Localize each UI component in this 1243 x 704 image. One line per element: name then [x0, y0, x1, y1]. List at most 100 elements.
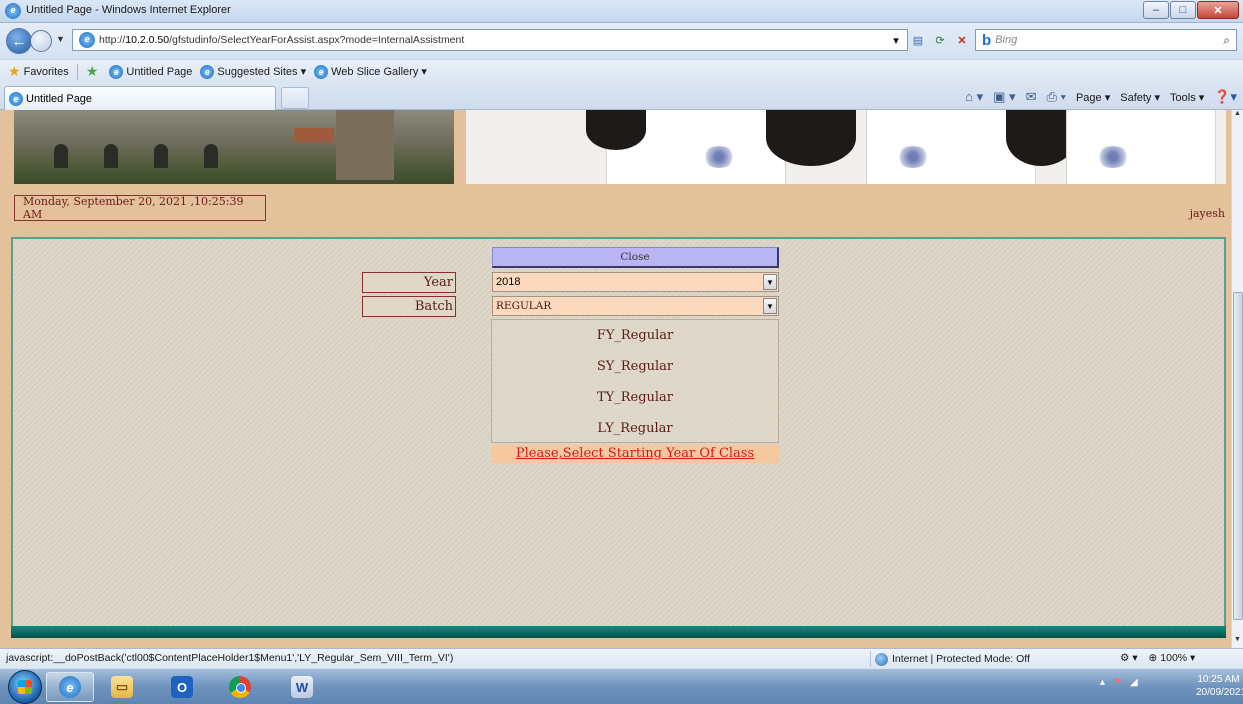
- arch-window: [104, 144, 118, 168]
- clock[interactable]: 10:25 AM 20/09/2021: [1196, 673, 1243, 699]
- mail-icon[interactable]: ✉: [1026, 89, 1037, 105]
- chevron-down-icon[interactable]: ▼: [763, 274, 777, 290]
- university-emblem-icon: [702, 146, 736, 168]
- page-icon: e: [79, 32, 95, 48]
- system-tray: ▴ ⚑ ◢: [1100, 677, 1138, 688]
- favorite-link-untitled-page[interactable]: e Untitled Page: [109, 64, 192, 79]
- menu-item-fy-regular[interactable]: FY_Regular: [492, 320, 778, 351]
- taskbar-internet-explorer[interactable]: e: [46, 672, 94, 702]
- status-text: javascript:__doPostBack('ctl00$ContentPl…: [6, 652, 454, 664]
- close-button[interactable]: Close: [492, 247, 779, 268]
- select-year-hint-link[interactable]: Please,Select Starting Year Of Class: [491, 445, 779, 463]
- taskbar-word[interactable]: W: [278, 672, 326, 702]
- zone-label: Internet | Protected Mode: Off: [892, 653, 1030, 665]
- back-button[interactable]: ←: [6, 28, 32, 54]
- ie-page-icon: e: [109, 64, 124, 79]
- start-button[interactable]: [8, 670, 42, 704]
- command-bar: ⌂ ▾ ▣ ▾ ✉ ⎙ ▾ Page ▾ Safety ▾ Tools ▾ ❓▾: [965, 89, 1237, 105]
- arch-window: [154, 144, 168, 168]
- favorites-label: Favorites: [23, 65, 69, 78]
- word-icon: W: [291, 676, 313, 698]
- dropdown-arrow-icon[interactable]: ▾: [888, 32, 904, 48]
- tools-menu[interactable]: Tools ▾: [1170, 91, 1204, 104]
- student-hair: [586, 110, 646, 150]
- menu-item-sy-regular[interactable]: SY_Regular: [492, 351, 778, 382]
- search-icon[interactable]: ⌕: [1223, 33, 1230, 48]
- header-banner: [0, 110, 1231, 184]
- class-menu: FY_Regular SY_Regular TY_Regular LY_Regu…: [491, 319, 779, 443]
- close-window-button[interactable]: ✕: [1197, 1, 1239, 19]
- safety-menu[interactable]: Safety ▾: [1120, 91, 1160, 104]
- minimize-button[interactable]: –: [1143, 1, 1169, 19]
- taskbar: e ▭ O W ▴ ⚑ ◢ 10:25 AM 20/09/2021: [0, 668, 1243, 704]
- ie-logo-icon: e: [5, 3, 21, 19]
- favorites-button[interactable]: ★ Favorites: [8, 63, 69, 80]
- chrome-icon: [229, 676, 251, 698]
- help-icon[interactable]: ❓▾: [1214, 89, 1237, 105]
- print-icon[interactable]: ⎙ ▾: [1046, 89, 1065, 105]
- add-to-favorites-bar-button[interactable]: ★: [86, 63, 102, 80]
- year-select[interactable]: 2018 ▼: [492, 272, 779, 292]
- chevron-down-icon[interactable]: ▼: [763, 298, 777, 314]
- search-field[interactable]: b Bing ⌕: [975, 29, 1237, 51]
- university-emblem-icon: [1096, 146, 1130, 168]
- page-menu[interactable]: Page ▾: [1076, 91, 1110, 104]
- security-zone[interactable]: Internet | Protected Mode: Off: [870, 651, 1030, 667]
- arch-window: [54, 144, 68, 168]
- back-arrow-icon: ←: [11, 32, 27, 50]
- favorite-link-suggested-sites[interactable]: e Suggested Sites ▾: [200, 64, 306, 79]
- clock-time: 10:25 AM: [1197, 674, 1240, 685]
- home-icon[interactable]: ⌂ ▾: [965, 89, 983, 105]
- year-select-value: 2018: [496, 276, 521, 288]
- show-hidden-icons-icon[interactable]: ▴: [1100, 677, 1105, 688]
- volume-icon[interactable]: ◢: [1130, 677, 1138, 688]
- tab-label: Untitled Page: [26, 92, 93, 105]
- zoom-level: 100%: [1160, 652, 1188, 664]
- batch-select[interactable]: REGULAR ▼: [492, 296, 779, 316]
- window-controls: – □ ✕: [1142, 1, 1239, 19]
- bing-icon: b: [982, 31, 992, 49]
- clock-date: 20/09/2021: [1196, 687, 1243, 698]
- favorites-bar: ★ Favorites ★ e Untitled Page e Suggeste…: [0, 59, 1243, 83]
- year-label: Year: [362, 272, 456, 293]
- feeds-icon[interactable]: ▣ ▾: [993, 89, 1015, 105]
- batch-select-value: REGULAR: [496, 300, 552, 312]
- stop-icon[interactable]: ✕: [954, 32, 970, 48]
- tab-row: e Untitled Page ⌂ ▾ ▣ ▾ ✉ ⎙ ▾ Page ▾ Saf…: [0, 83, 1243, 110]
- favorite-link-label: Web Slice Gallery ▾: [331, 66, 427, 78]
- taskbar-chrome[interactable]: [216, 672, 264, 702]
- forward-button[interactable]: [30, 30, 52, 52]
- student-shirt: [1066, 110, 1216, 184]
- arch-window: [204, 144, 218, 168]
- menu-item-ly-regular[interactable]: LY_Regular: [492, 413, 778, 444]
- status-bar: javascript:__doPostBack('ctl00$ContentPl…: [0, 648, 1243, 668]
- scroll-down-icon[interactable]: ▼: [1232, 636, 1243, 648]
- username-label: jayesh: [1189, 207, 1225, 220]
- url-text: http://10.2.0.50/gfstudinfo/SelectYearFo…: [99, 34, 465, 46]
- star-icon: ★: [8, 63, 21, 79]
- ie-page-icon: e: [314, 64, 329, 79]
- compatibility-view-icon[interactable]: ▤: [910, 32, 926, 48]
- datetime-display: Monday, September 20, 2021 ,10:25:39 AM: [14, 195, 266, 221]
- maximize-button[interactable]: □: [1170, 1, 1196, 19]
- network-warning-icon[interactable]: ⚑: [1113, 677, 1122, 688]
- refresh-icon[interactable]: ⟳: [932, 32, 948, 48]
- address-tools: ▾ ▤ ⟳ ✕: [888, 32, 970, 48]
- outlook-icon: O: [171, 676, 193, 698]
- students-photo: [466, 110, 1226, 184]
- folder-icon: ▭: [111, 676, 133, 698]
- search-placeholder: Bing: [995, 34, 1018, 46]
- address-field[interactable]: e http://10.2.0.50/gfstudinfo/SelectYear…: [72, 29, 908, 51]
- menu-item-ty-regular[interactable]: TY_Regular: [492, 382, 778, 413]
- taskbar-file-explorer[interactable]: ▭: [98, 672, 146, 702]
- history-dropdown-icon[interactable]: ▼: [56, 34, 65, 44]
- new-tab-button[interactable]: [281, 87, 309, 109]
- zoom-control[interactable]: ⚙ ▾ ⊕ 100% ▾: [1120, 652, 1195, 664]
- vertical-scrollbar[interactable]: ▲ ▼: [1231, 110, 1243, 648]
- favorite-link-web-slice-gallery[interactable]: e Web Slice Gallery ▾: [314, 64, 427, 79]
- scroll-thumb[interactable]: [1233, 292, 1243, 620]
- address-row: ← ▼ e http://10.2.0.50/gfstudinfo/Select…: [0, 23, 1243, 59]
- scroll-up-icon[interactable]: ▲: [1232, 110, 1243, 122]
- tab-untitled-page[interactable]: e Untitled Page: [4, 86, 276, 110]
- taskbar-outlook[interactable]: O: [158, 672, 206, 702]
